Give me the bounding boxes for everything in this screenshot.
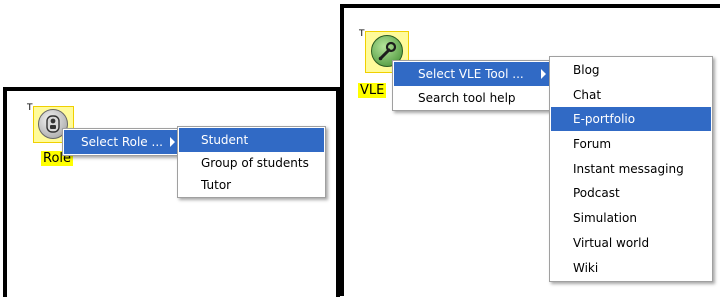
right-triangle-icon [541, 69, 546, 79]
select-vle-tool-menu-item[interactable]: Select VLE Tool ... [394, 62, 552, 86]
select-role-label: Select Role ... [81, 135, 163, 149]
right-triangle-icon [170, 137, 175, 147]
submenu-item-student[interactable]: Student [179, 128, 324, 152]
role-node-type-marker: T [27, 103, 33, 113]
role-submenu: Student Group of students Tutor [177, 126, 326, 198]
vle-context-menu: Select VLE Tool ... Search tool help [392, 60, 554, 111]
submenu-item-forum[interactable]: Forum [551, 132, 711, 156]
submenu-item-instant-messaging[interactable]: Instant messaging [551, 157, 711, 181]
submenu-item-wiki[interactable]: Wiki [551, 256, 711, 280]
vle-node-label: VLE [358, 83, 387, 98]
submenu-item-podcast[interactable]: Podcast [551, 181, 711, 205]
select-vle-tool-label: Select VLE Tool ... [418, 67, 524, 81]
submenu-item-virtual-world[interactable]: Virtual world [551, 231, 711, 255]
submenu-item-tutor[interactable]: Tutor [179, 173, 324, 197]
submenu-item-group-of-students[interactable]: Group of students [179, 151, 324, 175]
select-role-menu-item[interactable]: Select Role ... [64, 130, 180, 154]
role-context-menu: Select Role ... [62, 128, 182, 156]
submenu-item-chat[interactable]: Chat [551, 83, 711, 107]
search-tool-help-menu-item[interactable]: Search tool help [394, 86, 552, 110]
vle-tool-submenu: Blog Chat E-portfolio Forum Instant mess… [549, 56, 713, 282]
submenu-item-blog[interactable]: Blog [551, 58, 711, 82]
submenu-item-e-portfolio[interactable]: E-portfolio [551, 107, 711, 131]
vle-node-type-marker: T [359, 29, 365, 39]
submenu-item-simulation[interactable]: Simulation [551, 206, 711, 230]
